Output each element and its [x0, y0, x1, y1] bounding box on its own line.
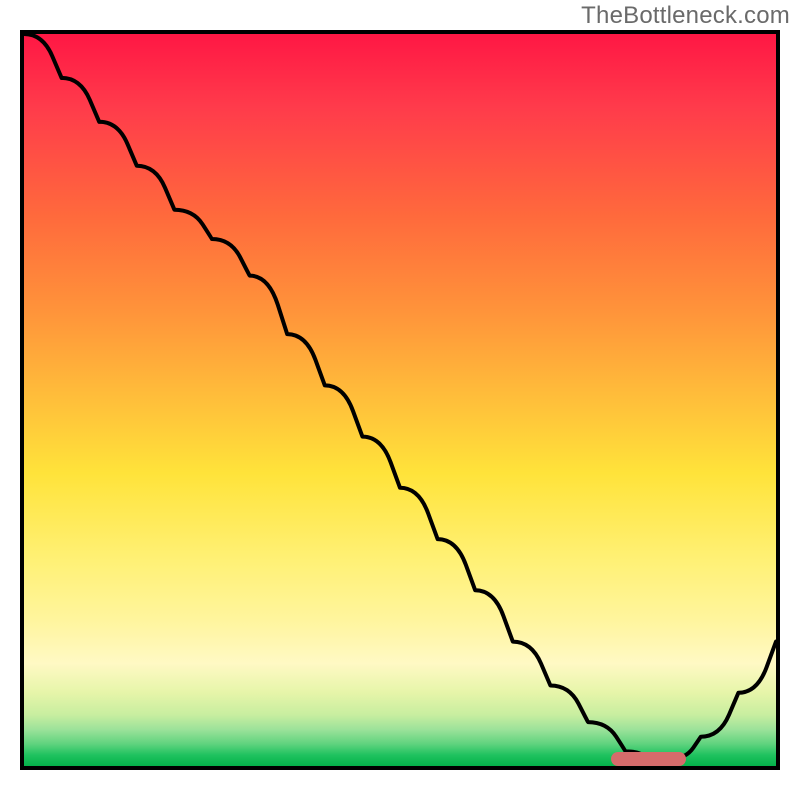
minimum-marker	[611, 752, 686, 766]
watermark-text: TheBottleneck.com	[581, 2, 790, 30]
plot-gradient-background	[24, 34, 776, 766]
bottleneck-plot	[20, 30, 780, 770]
